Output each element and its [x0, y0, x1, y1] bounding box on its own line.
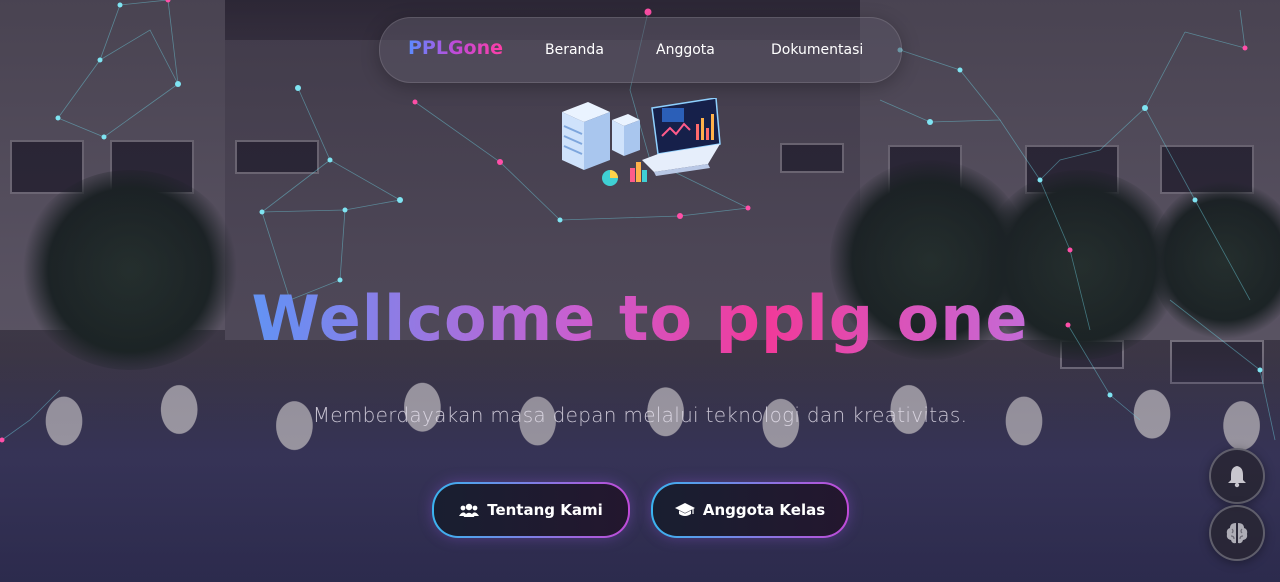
nav-link-dokumentasi[interactable]: Dokumentasi [771, 42, 863, 58]
about-us-button[interactable]: Tentang Kami [432, 482, 630, 538]
nav-link-beranda[interactable]: Beranda [545, 42, 604, 58]
hero-title: Wellcome to pplg one [0, 276, 1280, 362]
top-navbar: PPLGone Beranda Anggota Dokumentasi [379, 17, 902, 83]
class-members-button[interactable]: Anggota Kelas [651, 482, 849, 538]
pie-chart-icon [602, 162, 647, 186]
class-members-button-label: Anggota Kelas [702, 501, 826, 519]
notification-button[interactable] [1209, 448, 1265, 504]
brand-logo[interactable]: PPLGone [408, 37, 503, 59]
server-rack-icon [562, 102, 640, 170]
brain-button[interactable] [1209, 505, 1265, 561]
bell-icon [1228, 466, 1246, 488]
about-us-button-label: Tentang Kami [487, 501, 603, 519]
graduation-cap-icon [674, 503, 695, 516]
laptop-chart-icon [642, 98, 721, 176]
server-dashboard-illustration [562, 98, 721, 186]
users-icon [459, 503, 480, 517]
nav-link-anggota[interactable]: Anggota [656, 42, 715, 58]
brain-icon [1226, 523, 1248, 544]
hero-subtitle: Memberdayakan masa depan melalui teknolo… [312, 403, 968, 427]
